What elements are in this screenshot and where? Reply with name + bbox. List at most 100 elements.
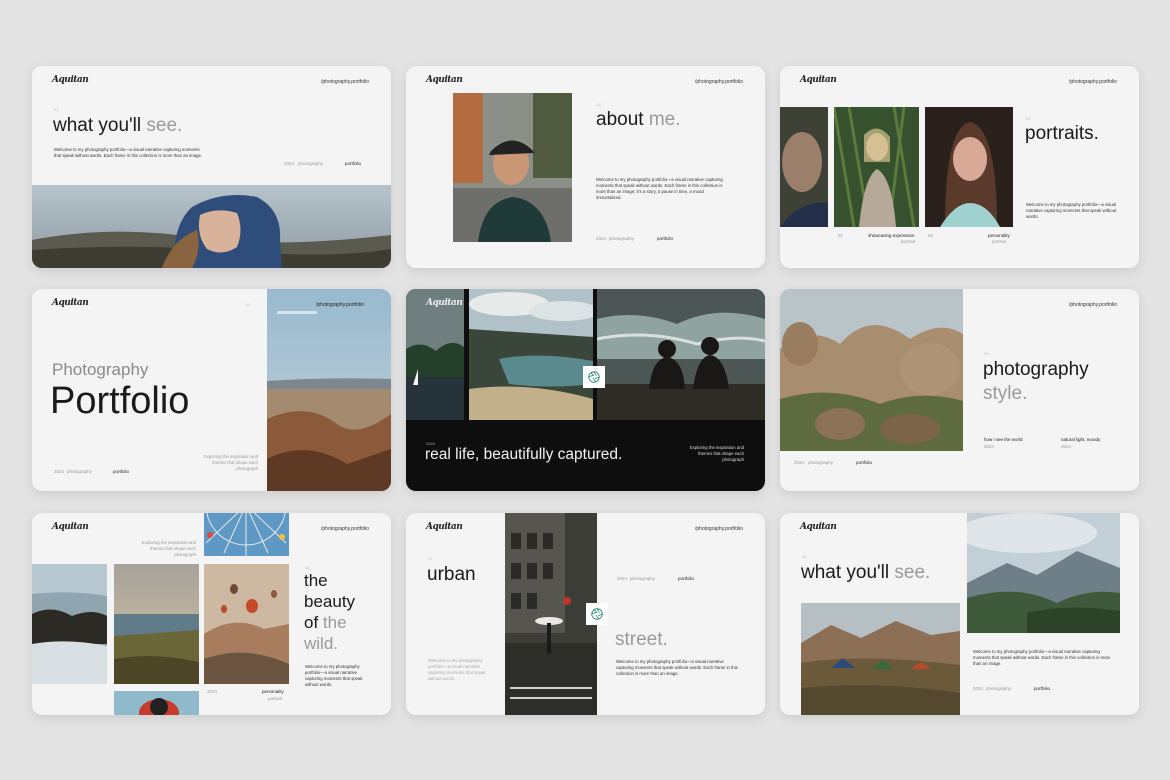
title-line-4: wild. bbox=[304, 634, 339, 653]
slide-number: 01 bbox=[54, 107, 59, 112]
title-part: about bbox=[596, 109, 649, 130]
mountain-valley-photo bbox=[967, 513, 1120, 633]
meta-category: photography bbox=[609, 236, 635, 241]
slide-number: 07 bbox=[428, 556, 433, 561]
title-main: Portfolio bbox=[50, 380, 190, 422]
meta-type: portfolio bbox=[678, 576, 695, 581]
slide-title-accent: street. bbox=[615, 629, 668, 650]
caption-1-number: 01 bbox=[838, 233, 844, 238]
caption-2-title: personality bbox=[988, 233, 1010, 238]
hot-air-balloons-photo bbox=[204, 564, 289, 684]
meta-category: photography bbox=[298, 161, 324, 166]
coastal-cliff-photo bbox=[469, 289, 593, 420]
meta-year: 2024 bbox=[596, 236, 607, 241]
meta-year: 2024 bbox=[794, 460, 805, 465]
title-part: of bbox=[304, 613, 323, 632]
explore-text: Exploring the inspiration and themes tha… bbox=[141, 540, 196, 557]
caption-1-year: 2024 bbox=[984, 444, 995, 449]
url-label: /photography.portfolio bbox=[1069, 79, 1117, 85]
brand-logo: Aquitan bbox=[426, 298, 463, 308]
slide-number: 05 bbox=[984, 351, 989, 356]
welcome-text: Welcome to my photography portfolio—a vi… bbox=[973, 649, 1111, 666]
couple-silhouette-photo bbox=[597, 289, 765, 420]
url-label: /photography.portfolio bbox=[1069, 302, 1117, 308]
meta-category: photography bbox=[808, 460, 834, 465]
url-label: /photography.portfolio bbox=[695, 526, 743, 532]
meta-category: personality bbox=[262, 689, 284, 694]
caption-2-number: 02 bbox=[928, 233, 934, 238]
aperture-icon bbox=[586, 603, 608, 625]
slide-photography-portfolio[interactable]: Aquitan 04 Photography Portfolio Explori… bbox=[32, 289, 391, 491]
url-label: /photography.portfolio bbox=[321, 526, 369, 532]
meta-category: photography bbox=[67, 469, 93, 474]
slide-portraits[interactable]: Aquitan /photography.portfolio portraits… bbox=[780, 66, 1139, 268]
slide-urban-street[interactable]: Aquitan /photography.portfolio 07 urban … bbox=[406, 513, 765, 715]
title-subheading: Photography bbox=[52, 360, 149, 379]
slide-number: 04 bbox=[246, 302, 251, 307]
rocky-desert-photo bbox=[780, 289, 963, 451]
welcome-text: Welcome to my photography portfolio—a vi… bbox=[305, 664, 363, 687]
slide-title: real life, beautifully captured. bbox=[425, 446, 623, 463]
slide-number: 08 bbox=[802, 554, 807, 559]
meta-year: 2024 bbox=[207, 689, 218, 694]
meta-type: portfolio bbox=[345, 161, 362, 166]
slide-number: 06 bbox=[305, 565, 310, 570]
explore-text: Exploring the inspiration and themes tha… bbox=[203, 454, 258, 471]
slide-beauty-of-the-wild[interactable]: Aquitan Exploring the inspiration and th… bbox=[32, 513, 391, 715]
title-accent: me. bbox=[648, 109, 681, 130]
brand-logo: Aquitan bbox=[52, 298, 89, 308]
meta-year: 2024 bbox=[617, 576, 628, 581]
slide-title: what you'll see. bbox=[801, 563, 930, 582]
caption-2-year: 2024 bbox=[1061, 444, 1072, 449]
red-jacket-photo bbox=[114, 691, 199, 715]
slide-photography-style[interactable]: /photography.portfolio 05 photography st… bbox=[780, 289, 1139, 491]
brand-logo: Aquitan bbox=[800, 522, 837, 532]
slide-title: about me. bbox=[596, 110, 681, 129]
caption-1-type: portrait bbox=[901, 239, 916, 244]
title-line-2: beauty bbox=[304, 592, 356, 611]
portrait-photo-3 bbox=[925, 107, 1013, 227]
meta-type: portfolio bbox=[113, 469, 130, 474]
brand-logo: Aquitan bbox=[800, 75, 837, 85]
caption-2-title: natural light, moody bbox=[1061, 437, 1101, 442]
canyon-landscape-photo bbox=[267, 289, 391, 491]
slide-number: 03 bbox=[1026, 116, 1031, 121]
slide-title-accent: style. bbox=[983, 383, 1028, 404]
slide-title: what you'll see. bbox=[53, 116, 182, 135]
title-accent: see. bbox=[146, 115, 183, 136]
hooded-woman-photo bbox=[32, 185, 391, 268]
ferris-wheel-photo bbox=[204, 513, 289, 556]
welcome-text: Welcome to my photography portfolio—a vi… bbox=[596, 177, 723, 200]
lake-sailboat-photo bbox=[406, 289, 464, 420]
url-label: /photography.portfolio bbox=[695, 79, 743, 85]
meta-year: 2024 bbox=[54, 469, 65, 474]
portrait-man-photo bbox=[453, 93, 572, 242]
url-label: /photography.portfolio bbox=[321, 79, 369, 85]
slide-real-life[interactable]: Aquitan 2024 real life, beautifully capt… bbox=[406, 289, 765, 491]
title-part: what you'll bbox=[53, 115, 147, 136]
explore-text: Exploring the inspiration and themes tha… bbox=[689, 445, 744, 462]
slide-what-youll-see[interactable]: Aquitan /photography.portfolio 01 what y… bbox=[32, 66, 391, 268]
slide-what-youll-see-2[interactable]: Aquitan 08 what you'll see. Welcome to m… bbox=[780, 513, 1139, 715]
aperture-icon bbox=[583, 366, 605, 388]
slide-title: urban bbox=[427, 564, 476, 585]
url-label: /photography.portfolio bbox=[316, 302, 364, 308]
meta-category: photography bbox=[986, 686, 1012, 691]
slide-number: 02 bbox=[597, 102, 602, 107]
brand-logo: Aquitan bbox=[52, 75, 89, 85]
title-part: what you'll bbox=[801, 562, 895, 583]
slide-title: photography bbox=[983, 359, 1089, 380]
meta-category: photography bbox=[630, 576, 656, 581]
caption-2-type: portrait bbox=[992, 239, 1007, 244]
welcome-text-left: Welcome to my photography portfolio—a vi… bbox=[428, 658, 486, 681]
meta-year: 2024 bbox=[284, 161, 295, 166]
slide-about-me[interactable]: Aquitan /photography.portfolio 02 about … bbox=[406, 66, 765, 268]
portrait-photo-2 bbox=[834, 107, 919, 227]
caption-1-title: showcasing expression bbox=[868, 233, 915, 238]
brand-logo: Aquitan bbox=[426, 522, 463, 532]
camping-tents-photo bbox=[801, 603, 960, 715]
welcome-text: Welcome to my photography portfolio—a vi… bbox=[54, 147, 203, 158]
beach-sunset-photo bbox=[114, 564, 199, 684]
brand-logo: Aquitan bbox=[52, 522, 89, 532]
brand-logo: Aquitan bbox=[426, 75, 463, 85]
